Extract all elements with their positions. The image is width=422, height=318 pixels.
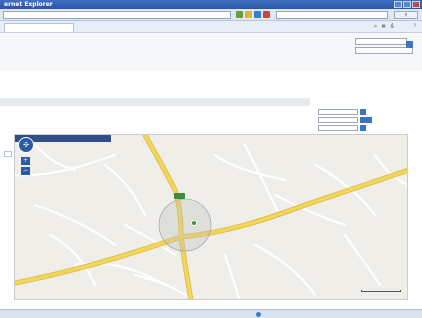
side-panel [318,109,418,133]
search-icon: ⚲ [404,12,408,17]
road-shield-icon [174,193,185,199]
side-panel-input-3[interactable] [318,125,358,131]
globe-icon [256,311,261,317]
map-scale-bar [361,290,401,292]
go-icon[interactable] [236,11,243,18]
zoom-in-button[interactable]: + [21,157,30,165]
browser-tab[interactable] [4,23,74,32]
side-panel-button-3[interactable] [360,125,366,131]
window-titlebar: ernet Explorer [0,0,422,9]
minimize-button[interactable] [394,1,402,8]
tab-row: ⌂ ▦ ⎙ ? [0,21,422,33]
status-bar [0,309,422,318]
side-panel-row-3 [318,125,418,131]
site-search-button[interactable] [406,41,413,48]
side-panel-row-2 [318,117,418,123]
site-search-input[interactable] [355,38,407,45]
site-header [0,33,422,71]
address-bar[interactable] [3,11,231,19]
print-icon[interactable]: ⎙ [391,23,394,28]
side-panel-row-1 [318,109,418,115]
side-panel-button-1[interactable] [360,109,366,115]
zoom-out-button[interactable]: − [21,167,30,175]
home-icon[interactable]: ⌂ [374,23,377,28]
search-radius-circle [158,198,212,252]
address-toolbar: ⚲ [0,9,422,21]
map-tab-1[interactable] [4,151,12,157]
browser-search-input[interactable] [276,11,388,19]
map-canvas [15,135,407,299]
window-title: ernet Explorer [4,1,53,8]
lock-icon[interactable] [245,11,252,18]
site-search [355,37,413,55]
compass-icon[interactable]: ✣ [18,137,34,153]
address-icons [236,11,270,18]
map-view[interactable]: ✣ + − [14,134,408,300]
side-panel-go-button[interactable] [360,117,372,123]
command-bar: ⌂ ▦ ⎙ ? [374,23,416,28]
zoom-control: + − [21,157,30,177]
content-header-band [0,98,310,106]
site-search-input-2[interactable] [355,47,413,54]
security-zone [256,311,263,317]
side-panel-input-1[interactable] [318,109,358,115]
close-button[interactable] [412,1,420,8]
feeds-icon[interactable]: ▦ [382,23,386,28]
help-icon[interactable]: ? [414,23,416,28]
window-controls [394,1,420,8]
stop-icon[interactable] [263,11,270,18]
search-go-button[interactable]: ⚲ [394,11,418,19]
maximize-button[interactable] [403,1,411,8]
side-panel-input-2[interactable] [318,117,358,123]
location-marker-icon[interactable] [191,220,197,226]
refresh-icon[interactable] [254,11,261,18]
